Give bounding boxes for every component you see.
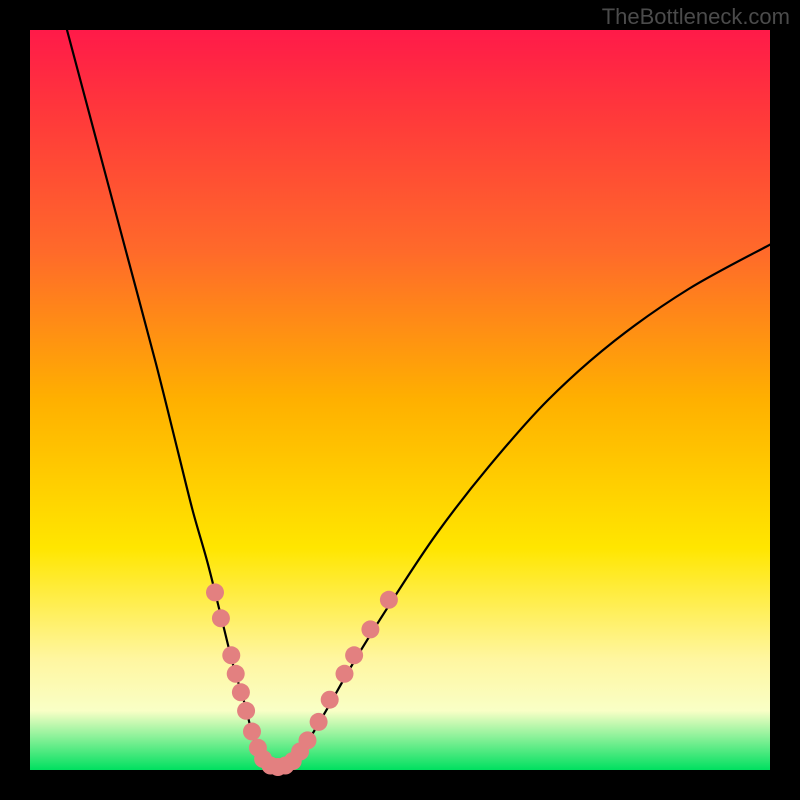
marker-dot xyxy=(310,713,328,731)
bottleneck-curve xyxy=(67,30,770,768)
marker-dot xyxy=(299,731,317,749)
marker-dot xyxy=(222,646,240,664)
marker-dot xyxy=(380,591,398,609)
chart-frame: TheBottleneck.com xyxy=(0,0,800,800)
marker-dot xyxy=(321,691,339,709)
curve-layer xyxy=(30,30,770,770)
marker-dot xyxy=(345,646,363,664)
marker-dot xyxy=(336,665,354,683)
watermark-text: TheBottleneck.com xyxy=(602,4,790,30)
plot-area xyxy=(30,30,770,770)
marker-dot xyxy=(212,609,230,627)
marker-group xyxy=(206,583,398,776)
marker-dot xyxy=(206,583,224,601)
marker-dot xyxy=(243,723,261,741)
marker-dot xyxy=(237,702,255,720)
marker-dot xyxy=(232,683,250,701)
marker-dot xyxy=(361,620,379,638)
marker-dot xyxy=(227,665,245,683)
